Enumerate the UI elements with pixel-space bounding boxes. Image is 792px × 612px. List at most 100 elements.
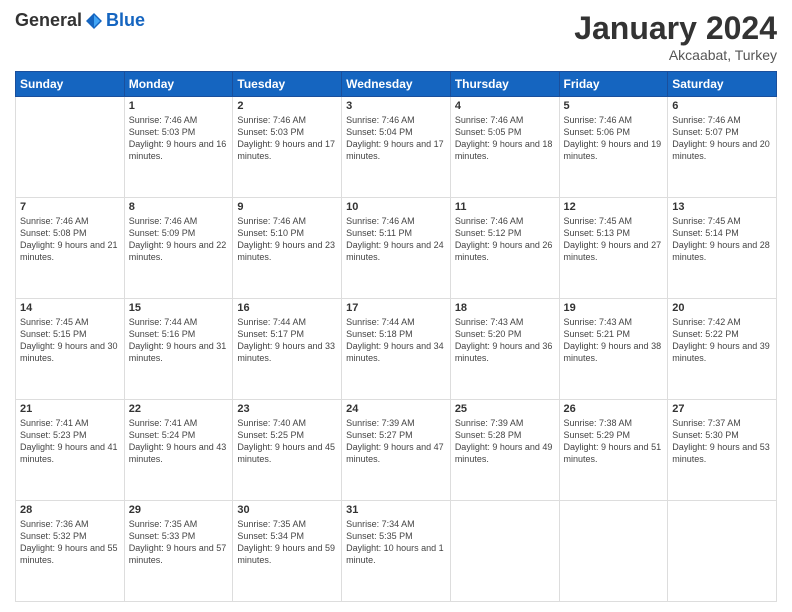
day-number: 28 — [20, 504, 120, 516]
cell-content: Sunrise: 7:35 AMSunset: 5:34 PMDaylight:… — [237, 518, 337, 567]
title-section: January 2024 Akcaabat, Turkey — [574, 10, 777, 63]
cell-content: Sunrise: 7:37 AMSunset: 5:30 PMDaylight:… — [672, 417, 772, 466]
header-sunday: Sunday — [16, 72, 125, 97]
cell-content: Sunrise: 7:46 AMSunset: 5:09 PMDaylight:… — [129, 215, 229, 264]
cell-content: Sunrise: 7:34 AMSunset: 5:35 PMDaylight:… — [346, 518, 446, 567]
day-number: 23 — [237, 403, 337, 415]
calendar-cell: 9 Sunrise: 7:46 AMSunset: 5:10 PMDaylight… — [233, 198, 342, 299]
day-number: 9 — [237, 201, 337, 213]
calendar-cell: 7 Sunrise: 7:46 AMSunset: 5:08 PMDaylight… — [16, 198, 125, 299]
calendar-header-row: Sunday Monday Tuesday Wednesday Thursday… — [16, 72, 777, 97]
day-number: 15 — [129, 302, 229, 314]
day-number: 6 — [672, 100, 772, 112]
calendar-cell: 6Sunrise: 7:46 AMSunset: 5:07 PMDaylight… — [668, 97, 777, 198]
day-number: 19 — [564, 302, 664, 314]
calendar-cell: 16Sunrise: 7:44 AMSunset: 5:17 PMDayligh… — [233, 299, 342, 400]
day-number: 17 — [346, 302, 446, 314]
cell-content: Sunrise: 7:41 AMSunset: 5:23 PMDaylight:… — [20, 417, 120, 466]
calendar-cell: 8 Sunrise: 7:46 AMSunset: 5:09 PMDaylight… — [124, 198, 233, 299]
cell-content: Sunrise: 7:40 AMSunset: 5:25 PMDaylight:… — [237, 417, 337, 466]
calendar-cell: 31 Sunrise: 7:34 AMSunset: 5:35 PMDayligh… — [342, 501, 451, 602]
logo-icon — [84, 11, 104, 31]
cell-content: Sunrise: 7:46 AMSunset: 5:04 PMDaylight:… — [346, 114, 446, 163]
calendar-cell: 12 Sunrise: 7:45 AMSunset: 5:13 PMDayligh… — [559, 198, 668, 299]
day-number: 29 — [129, 504, 229, 516]
day-number: 30 — [237, 504, 337, 516]
calendar-cell: 24Sunrise: 7:39 AMSunset: 5:27 PMDayligh… — [342, 400, 451, 501]
cell-content: Sunrise: 7:46 AMSunset: 5:03 PMDaylight:… — [129, 114, 229, 163]
day-number: 26 — [564, 403, 664, 415]
calendar-cell: 18 Sunrise: 7:43 AMSunset: 5:20 PMDayligh… — [450, 299, 559, 400]
calendar-week-0: 1 Sunrise: 7:46 AMSunset: 5:03 PMDaylight… — [16, 97, 777, 198]
header: General Blue January 2024 Akcaabat, Turk… — [15, 10, 777, 63]
logo-text: General Blue — [15, 10, 145, 31]
day-number: 25 — [455, 403, 555, 415]
day-number: 3 — [346, 100, 446, 112]
cell-content: Sunrise: 7:45 AMSunset: 5:13 PMDaylight:… — [564, 215, 664, 264]
calendar-week-2: 14 Sunrise: 7:45 AMSunset: 5:15 PMDayligh… — [16, 299, 777, 400]
calendar-cell: 2 Sunrise: 7:46 AMSunset: 5:03 PMDaylight… — [233, 97, 342, 198]
cell-content: Sunrise: 7:46 AMSunset: 5:06 PMDaylight:… — [564, 114, 664, 163]
logo: General Blue — [15, 10, 145, 31]
header-wednesday: Wednesday — [342, 72, 451, 97]
cell-content: Sunrise: 7:46 AMSunset: 5:03 PMDaylight:… — [237, 114, 337, 163]
day-number: 2 — [237, 100, 337, 112]
cell-content: Sunrise: 7:44 AMSunset: 5:17 PMDaylight:… — [237, 316, 337, 365]
day-number: 7 — [20, 201, 120, 213]
calendar-cell — [16, 97, 125, 198]
calendar-cell: 27 Sunrise: 7:37 AMSunset: 5:30 PMDayligh… — [668, 400, 777, 501]
cell-content: Sunrise: 7:43 AMSunset: 5:20 PMDaylight:… — [455, 316, 555, 365]
calendar-cell: 19 Sunrise: 7:43 AMSunset: 5:21 PMDayligh… — [559, 299, 668, 400]
calendar-cell: 5 Sunrise: 7:46 AMSunset: 5:06 PMDaylight… — [559, 97, 668, 198]
month-title: January 2024 — [574, 10, 777, 47]
day-number: 22 — [129, 403, 229, 415]
calendar-cell: 21 Sunrise: 7:41 AMSunset: 5:23 PMDayligh… — [16, 400, 125, 501]
calendar-cell: 29 Sunrise: 7:35 AMSunset: 5:33 PMDayligh… — [124, 501, 233, 602]
calendar-cell: 1 Sunrise: 7:46 AMSunset: 5:03 PMDaylight… — [124, 97, 233, 198]
cell-content: Sunrise: 7:36 AMSunset: 5:32 PMDaylight:… — [20, 518, 120, 567]
header-saturday: Saturday — [668, 72, 777, 97]
calendar-cell: 17 Sunrise: 7:44 AMSunset: 5:18 PMDayligh… — [342, 299, 451, 400]
day-number: 14 — [20, 302, 120, 314]
calendar-cell — [559, 501, 668, 602]
day-number: 27 — [672, 403, 772, 415]
logo-blue-text: Blue — [106, 10, 145, 31]
calendar-week-1: 7 Sunrise: 7:46 AMSunset: 5:08 PMDaylight… — [16, 198, 777, 299]
cell-content: Sunrise: 7:38 AMSunset: 5:29 PMDaylight:… — [564, 417, 664, 466]
day-number: 12 — [564, 201, 664, 213]
calendar-cell: 3 Sunrise: 7:46 AMSunset: 5:04 PMDaylight… — [342, 97, 451, 198]
cell-content: Sunrise: 7:46 AMSunset: 5:11 PMDaylight:… — [346, 215, 446, 264]
cell-content: Sunrise: 7:46 AMSunset: 5:12 PMDaylight:… — [455, 215, 555, 264]
day-number: 8 — [129, 201, 229, 213]
header-monday: Monday — [124, 72, 233, 97]
day-number: 13 — [672, 201, 772, 213]
day-number: 21 — [20, 403, 120, 415]
calendar-cell: 13Sunrise: 7:45 AMSunset: 5:14 PMDayligh… — [668, 198, 777, 299]
calendar-cell: 30 Sunrise: 7:35 AMSunset: 5:34 PMDayligh… — [233, 501, 342, 602]
cell-content: Sunrise: 7:44 AMSunset: 5:18 PMDaylight:… — [346, 316, 446, 365]
cell-content: Sunrise: 7:46 AMSunset: 5:10 PMDaylight:… — [237, 215, 337, 264]
day-number: 18 — [455, 302, 555, 314]
cell-content: Sunrise: 7:39 AMSunset: 5:28 PMDaylight:… — [455, 417, 555, 466]
day-number: 5 — [564, 100, 664, 112]
cell-content: Sunrise: 7:35 AMSunset: 5:33 PMDaylight:… — [129, 518, 229, 567]
calendar-cell — [668, 501, 777, 602]
calendar-week-3: 21 Sunrise: 7:41 AMSunset: 5:23 PMDayligh… — [16, 400, 777, 501]
calendar-cell: 11Sunrise: 7:46 AMSunset: 5:12 PMDayligh… — [450, 198, 559, 299]
day-number: 1 — [129, 100, 229, 112]
day-number: 4 — [455, 100, 555, 112]
cell-content: Sunrise: 7:42 AMSunset: 5:22 PMDaylight:… — [672, 316, 772, 365]
cell-content: Sunrise: 7:44 AMSunset: 5:16 PMDaylight:… — [129, 316, 229, 365]
day-number: 31 — [346, 504, 446, 516]
cell-content: Sunrise: 7:45 AMSunset: 5:15 PMDaylight:… — [20, 316, 120, 365]
cell-content: Sunrise: 7:46 AMSunset: 5:08 PMDaylight:… — [20, 215, 120, 264]
calendar-cell: 22Sunrise: 7:41 AMSunset: 5:24 PMDayligh… — [124, 400, 233, 501]
calendar-cell: 28 Sunrise: 7:36 AMSunset: 5:32 PMDayligh… — [16, 501, 125, 602]
calendar-cell: 25 Sunrise: 7:39 AMSunset: 5:28 PMDayligh… — [450, 400, 559, 501]
cell-content: Sunrise: 7:39 AMSunset: 5:27 PMDaylight:… — [346, 417, 446, 466]
calendar-table: Sunday Monday Tuesday Wednesday Thursday… — [15, 71, 777, 602]
cell-content: Sunrise: 7:43 AMSunset: 5:21 PMDaylight:… — [564, 316, 664, 365]
cell-content: Sunrise: 7:46 AMSunset: 5:05 PMDaylight:… — [455, 114, 555, 163]
header-tuesday: Tuesday — [233, 72, 342, 97]
logo-general-text: General — [15, 10, 82, 31]
